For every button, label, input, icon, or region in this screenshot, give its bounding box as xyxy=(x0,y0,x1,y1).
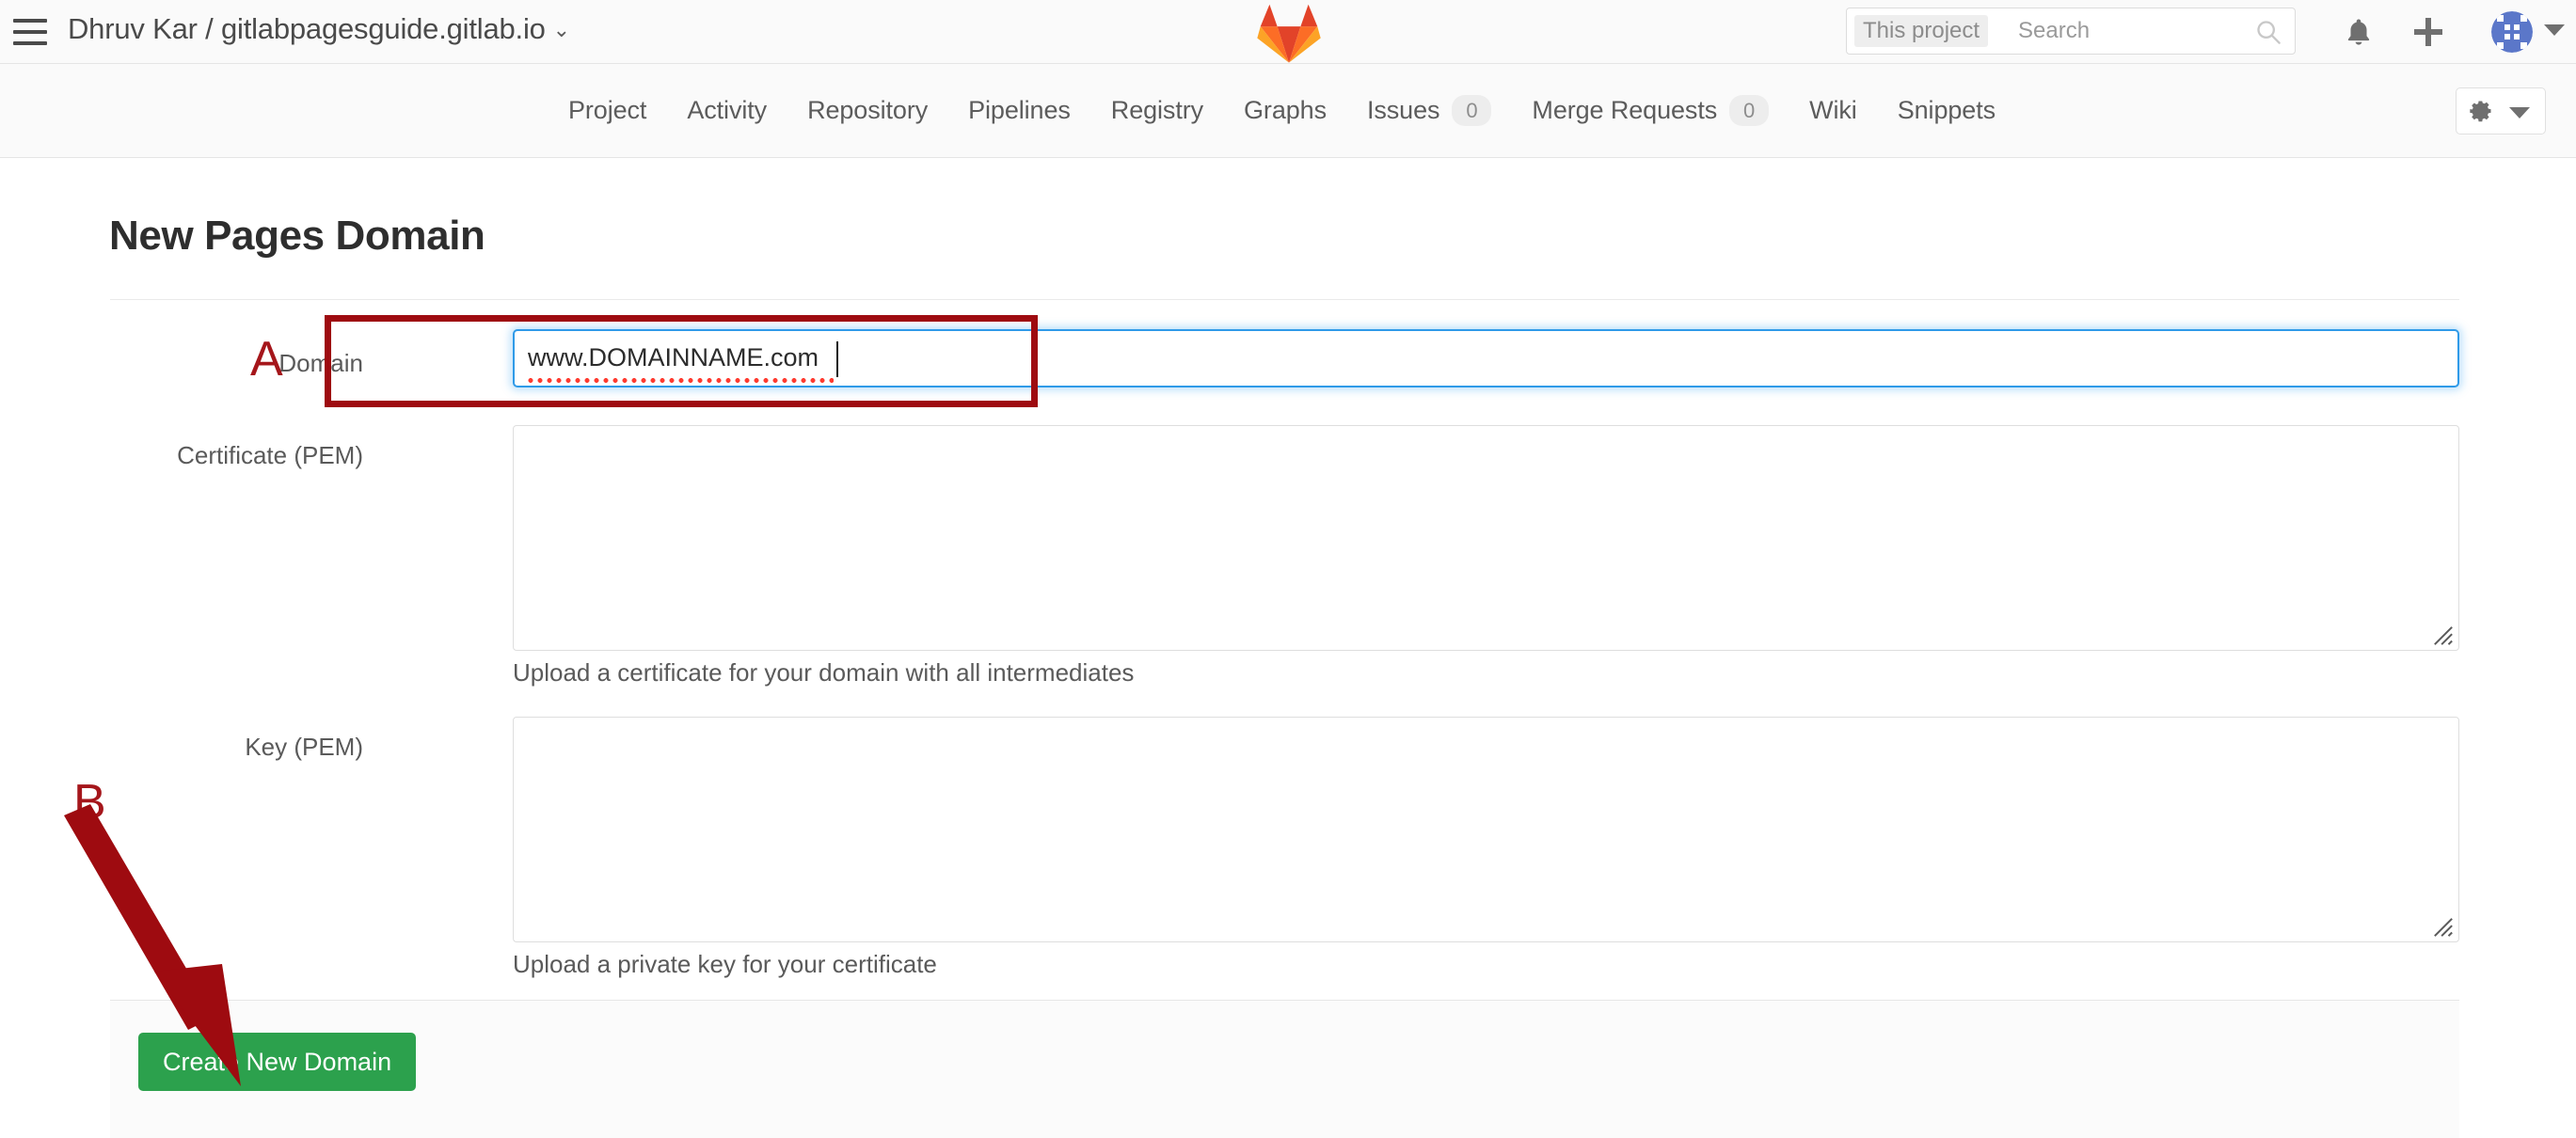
annotation-letter-b: B xyxy=(73,775,106,830)
hamburger-line xyxy=(13,41,47,45)
nav-item-label: Activity xyxy=(687,96,768,124)
domain-input[interactable]: www.DOMAINNAME.com xyxy=(513,329,2459,387)
nav-item-activity[interactable]: Activity xyxy=(687,96,767,125)
spellcheck-underline xyxy=(528,378,834,383)
nav-item-label: Merge Requests xyxy=(1532,96,1718,124)
nav-item-repository[interactable]: Repository xyxy=(807,96,928,125)
nav-item-pipelines[interactable]: Pipelines xyxy=(968,96,1071,125)
nav-items: Project Activity Repository Pipelines Re… xyxy=(568,64,1996,157)
nav-item-label: Graphs xyxy=(1244,96,1327,124)
domain-input-value: www.DOMAINNAME.com xyxy=(528,343,819,371)
hamburger-line xyxy=(13,30,47,34)
nav-item-label: Snippets xyxy=(1897,96,1996,124)
breadcrumb-label: Dhruv Kar / gitlabpagesguide.gitlab.io xyxy=(68,12,546,45)
resize-grip-icon[interactable] xyxy=(2433,917,2454,938)
avatar[interactable] xyxy=(2491,11,2533,53)
key-field-label: Key (PEM) xyxy=(245,733,363,761)
search-placeholder: Search xyxy=(2018,18,2091,43)
key-help-text: Upload a private key for your certificat… xyxy=(513,950,937,978)
nav-item-label: Pipelines xyxy=(968,96,1071,124)
nav-item-label: Repository xyxy=(807,96,929,124)
issues-count-badge: 0 xyxy=(1452,94,1492,127)
form-footer xyxy=(110,1000,2459,1138)
hamburger-menu-icon[interactable] xyxy=(13,19,47,45)
bell-icon[interactable] xyxy=(2343,15,2375,49)
resize-grip-icon[interactable] xyxy=(2433,625,2454,646)
nav-item-snippets[interactable]: Snippets xyxy=(1898,96,1996,125)
nav-item-graphs[interactable]: Graphs xyxy=(1244,96,1327,125)
chevron-down-icon[interactable]: ⌄ xyxy=(553,18,570,41)
nav-item-label: Project xyxy=(568,96,647,124)
certificate-textarea[interactable] xyxy=(513,425,2459,651)
settings-dropdown-button[interactable] xyxy=(2456,87,2546,134)
settings-chevron-down-icon xyxy=(2509,107,2530,119)
page-title: New Pages Domain xyxy=(109,213,485,259)
avatar-chevron-down-icon[interactable] xyxy=(2544,24,2565,36)
search-scope-chip[interactable]: This project xyxy=(1854,15,1989,47)
nav-item-label: Wiki xyxy=(1809,96,1857,124)
nav-item-wiki[interactable]: Wiki xyxy=(1809,96,1857,125)
title-divider xyxy=(110,299,2459,300)
nav-item-project[interactable]: Project xyxy=(568,96,646,125)
nav-item-registry[interactable]: Registry xyxy=(1111,96,1203,125)
key-textarea[interactable] xyxy=(513,717,2459,942)
create-new-domain-button[interactable]: Create New Domain xyxy=(138,1033,417,1091)
search-icon[interactable] xyxy=(2255,19,2282,45)
hamburger-line xyxy=(13,19,47,23)
certificate-help-text: Upload a certificate for your domain wit… xyxy=(513,658,1135,687)
nav-item-issues[interactable]: Issues 0 xyxy=(1366,94,1492,127)
top-header-bar: Dhruv Kar / gitlabpagesguide.gitlab.io ⌄ … xyxy=(0,0,2576,64)
nav-item-label: Registry xyxy=(1110,96,1204,124)
breadcrumb[interactable]: Dhruv Kar / gitlabpagesguide.gitlab.io ⌄ xyxy=(68,12,570,46)
annotation-letter-a: A xyxy=(250,332,283,387)
certificate-field-label: Certificate (PEM) xyxy=(177,441,363,469)
project-nav-bar: Project Activity Repository Pipelines Re… xyxy=(0,64,2576,158)
gear-icon xyxy=(2470,101,2491,122)
nav-item-label: Issues xyxy=(1366,96,1440,124)
gitlab-tanuki-logo[interactable] xyxy=(1251,2,1327,64)
nav-item-merge-requests[interactable]: Merge Requests 0 xyxy=(1532,94,1770,127)
search-input[interactable]: This project Search xyxy=(1846,8,2296,55)
domain-field-label: Domain xyxy=(278,349,363,377)
merge-requests-count-badge: 0 xyxy=(1729,94,1770,127)
text-cursor xyxy=(836,341,838,377)
plus-icon[interactable] xyxy=(2411,15,2445,49)
